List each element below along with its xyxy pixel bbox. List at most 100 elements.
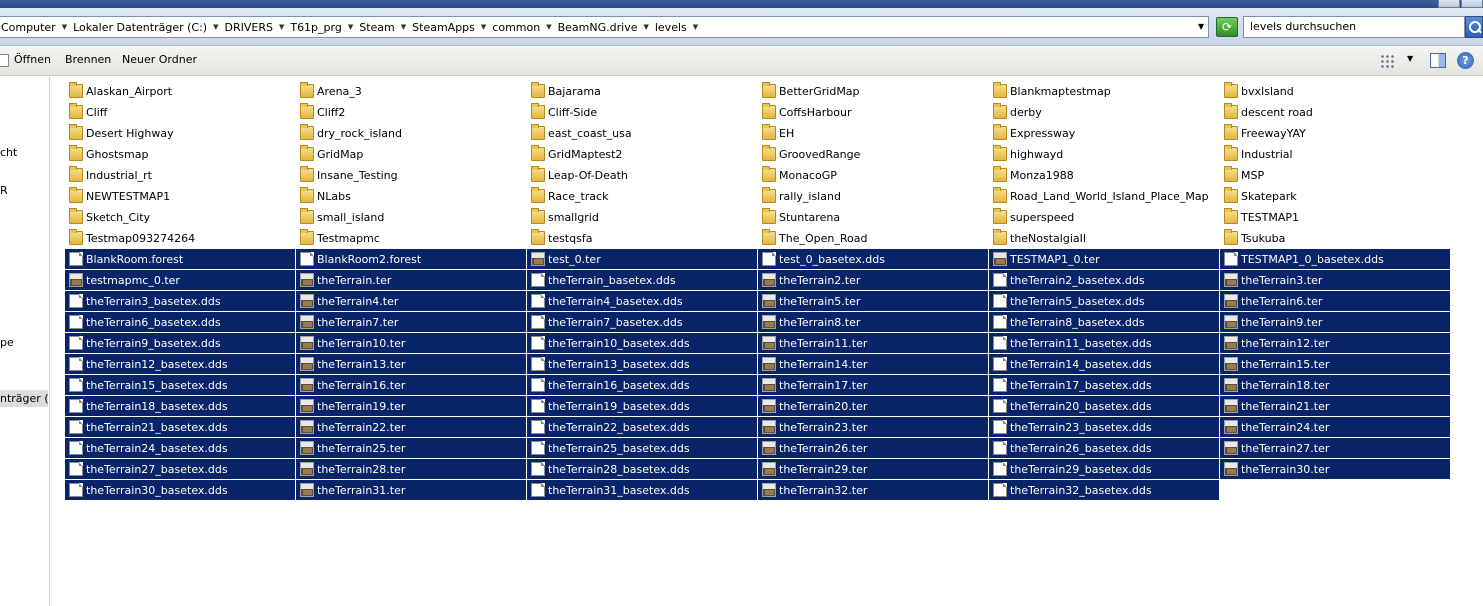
breadcrumb-item[interactable]: T61p_prg (290, 21, 342, 34)
file-item[interactable]: theTerrain19.ter (296, 396, 526, 416)
folder-item[interactable]: Tsukuba (1220, 228, 1450, 248)
view-dropdown-icon[interactable]: ▼ (1407, 54, 1413, 63)
breadcrumb-item[interactable]: Computer (1, 21, 56, 34)
file-item[interactable]: theTerrain4.ter (296, 291, 526, 311)
file-item[interactable]: theTerrain29_basetex.dds (989, 459, 1219, 479)
file-item[interactable]: theTerrain21.ter (1220, 396, 1450, 416)
file-item[interactable]: BlankRoom2.forest (296, 249, 526, 269)
breadcrumb-item[interactable]: levels (655, 21, 687, 34)
file-item[interactable]: theTerrain32_basetex.dds (989, 480, 1219, 500)
file-item[interactable]: theTerrain17_basetex.dds (989, 375, 1219, 395)
breadcrumb-chevron-icon[interactable]: ▼ (213, 23, 218, 31)
folder-item[interactable]: Leap-Of-Death (527, 165, 757, 185)
file-item[interactable]: theTerrain7.ter (296, 312, 526, 332)
file-item[interactable]: theTerrain20_basetex.dds (989, 396, 1219, 416)
search-input[interactable]: levels durchsuchen (1243, 16, 1465, 38)
folder-item[interactable]: CoffsHarbour (758, 102, 988, 122)
folder-item[interactable]: Desert Highway (65, 123, 295, 143)
folder-item[interactable]: east_coast_usa (527, 123, 757, 143)
nav-item[interactable]: R (0, 184, 8, 197)
file-item[interactable]: theTerrain6.ter (1220, 291, 1450, 311)
search-icon[interactable] (1465, 16, 1483, 38)
folder-item[interactable]: Industrial_rt (65, 165, 295, 185)
file-item[interactable]: theTerrain4_basetex.dds (527, 291, 757, 311)
file-item[interactable]: theTerrain24.ter (1220, 417, 1450, 437)
file-item[interactable]: theTerrain30.ter (1220, 459, 1450, 479)
file-item[interactable]: theTerrain22.ter (296, 417, 526, 437)
nav-item[interactable]: cht (0, 146, 17, 159)
folder-item[interactable]: Insane_Testing (296, 165, 526, 185)
folder-item[interactable]: Race_track (527, 186, 757, 206)
file-item[interactable]: test_0.ter (527, 249, 757, 269)
file-item[interactable]: theTerrain26_basetex.dds (989, 438, 1219, 458)
file-item[interactable]: theTerrain5.ter (758, 291, 988, 311)
folder-item[interactable]: Testmapmc (296, 228, 526, 248)
folder-item[interactable]: MonacoGP (758, 165, 988, 185)
folder-item[interactable]: descent road (1220, 102, 1450, 122)
folder-item[interactable]: superspeed (989, 207, 1219, 227)
file-item[interactable]: theTerrain13.ter (296, 354, 526, 374)
file-item[interactable]: theTerrain18.ter (1220, 375, 1450, 395)
breadcrumb-chevron-icon[interactable]: ▼ (401, 23, 406, 31)
file-item[interactable]: theTerrain24_basetex.dds (65, 438, 295, 458)
file-item[interactable]: theTerrain15_basetex.dds (65, 375, 295, 395)
folder-item[interactable]: GridMap (296, 144, 526, 164)
folder-item[interactable]: Skatepark (1220, 186, 1450, 206)
folder-item[interactable]: FreewayYAY (1220, 123, 1450, 143)
file-item[interactable]: theTerrain28_basetex.dds (527, 459, 757, 479)
folder-item[interactable]: GridMaptest2 (527, 144, 757, 164)
file-item[interactable]: theTerrain15.ter (1220, 354, 1450, 374)
file-item[interactable]: TESTMAP1_0.ter (989, 249, 1219, 269)
file-item[interactable]: theTerrain21_basetex.dds (65, 417, 295, 437)
folder-item[interactable]: Testmap093274264 (65, 228, 295, 248)
folder-item[interactable]: EH (758, 123, 988, 143)
breadcrumb-chevron-icon[interactable]: ▼ (62, 23, 67, 31)
breadcrumb-item[interactable]: common (492, 21, 540, 34)
file-item[interactable]: theTerrain2.ter (758, 270, 988, 290)
file-item[interactable]: theTerrain30_basetex.dds (65, 480, 295, 500)
file-item[interactable]: theTerrain5_basetex.dds (989, 291, 1219, 311)
file-item[interactable]: theTerrain23.ter (758, 417, 988, 437)
breadcrumb-item[interactable]: Lokaler Datenträger (C:) (73, 21, 207, 34)
file-item[interactable]: theTerrain3_basetex.dds (65, 291, 295, 311)
folder-item[interactable]: dry_rock_island (296, 123, 526, 143)
nav-item[interactable]: pe (0, 336, 14, 349)
folder-item[interactable]: NLabs (296, 186, 526, 206)
breadcrumb-chevron-icon[interactable]: ▼ (348, 23, 353, 31)
file-item[interactable]: theTerrain23_basetex.dds (989, 417, 1219, 437)
file-item[interactable]: TESTMAP1_0_basetex.dds (1220, 249, 1450, 269)
file-item[interactable]: theTerrain29.ter (758, 459, 988, 479)
file-item[interactable]: theTerrain9.ter (1220, 312, 1450, 332)
file-item[interactable]: theTerrain11_basetex.dds (989, 333, 1219, 353)
file-item[interactable]: theTerrain28.ter (296, 459, 526, 479)
file-item[interactable]: theTerrain12.ter (1220, 333, 1450, 353)
file-item[interactable]: theTerrain7_basetex.dds (527, 312, 757, 332)
folder-item[interactable]: TESTMAP1 (1220, 207, 1450, 227)
file-item[interactable]: theTerrain10_basetex.dds (527, 333, 757, 353)
new-folder-button[interactable]: Neuer Ordner (122, 53, 197, 66)
file-item[interactable]: theTerrain27.ter (1220, 438, 1450, 458)
file-item[interactable]: theTerrain32.ter (758, 480, 988, 500)
file-item[interactable]: theTerrain_basetex.dds (527, 270, 757, 290)
file-item[interactable]: theTerrain3.ter (1220, 270, 1450, 290)
file-item[interactable]: theTerrain14.ter (758, 354, 988, 374)
file-item[interactable]: theTerrain14_basetex.dds (989, 354, 1219, 374)
open-button[interactable]: Öffnen (14, 53, 51, 66)
file-item[interactable]: theTerrain9_basetex.dds (65, 333, 295, 353)
breadcrumb-chevron-icon[interactable]: ▼ (643, 23, 648, 31)
folder-item[interactable]: small_island (296, 207, 526, 227)
file-item[interactable]: theTerrain19_basetex.dds (527, 396, 757, 416)
file-item[interactable]: theTerrain16.ter (296, 375, 526, 395)
folder-item[interactable]: testqsfa (527, 228, 757, 248)
breadcrumb-chevron-icon[interactable]: ▼ (481, 23, 486, 31)
file-item[interactable]: theTerrain18_basetex.dds (65, 396, 295, 416)
change-view-icon[interactable] (1380, 54, 1394, 68)
refresh-button[interactable]: ⟳ (1216, 17, 1238, 37)
folder-item[interactable]: NEWTESTMAP1 (65, 186, 295, 206)
burn-button[interactable]: Brennen (65, 53, 111, 66)
folder-item[interactable]: theNostalgiaII (989, 228, 1219, 248)
file-item[interactable]: theTerrain31_basetex.dds (527, 480, 757, 500)
folder-item[interactable]: Cliff2 (296, 102, 526, 122)
folder-item[interactable]: MSP (1220, 165, 1450, 185)
file-item[interactable]: theTerrain8.ter (758, 312, 988, 332)
